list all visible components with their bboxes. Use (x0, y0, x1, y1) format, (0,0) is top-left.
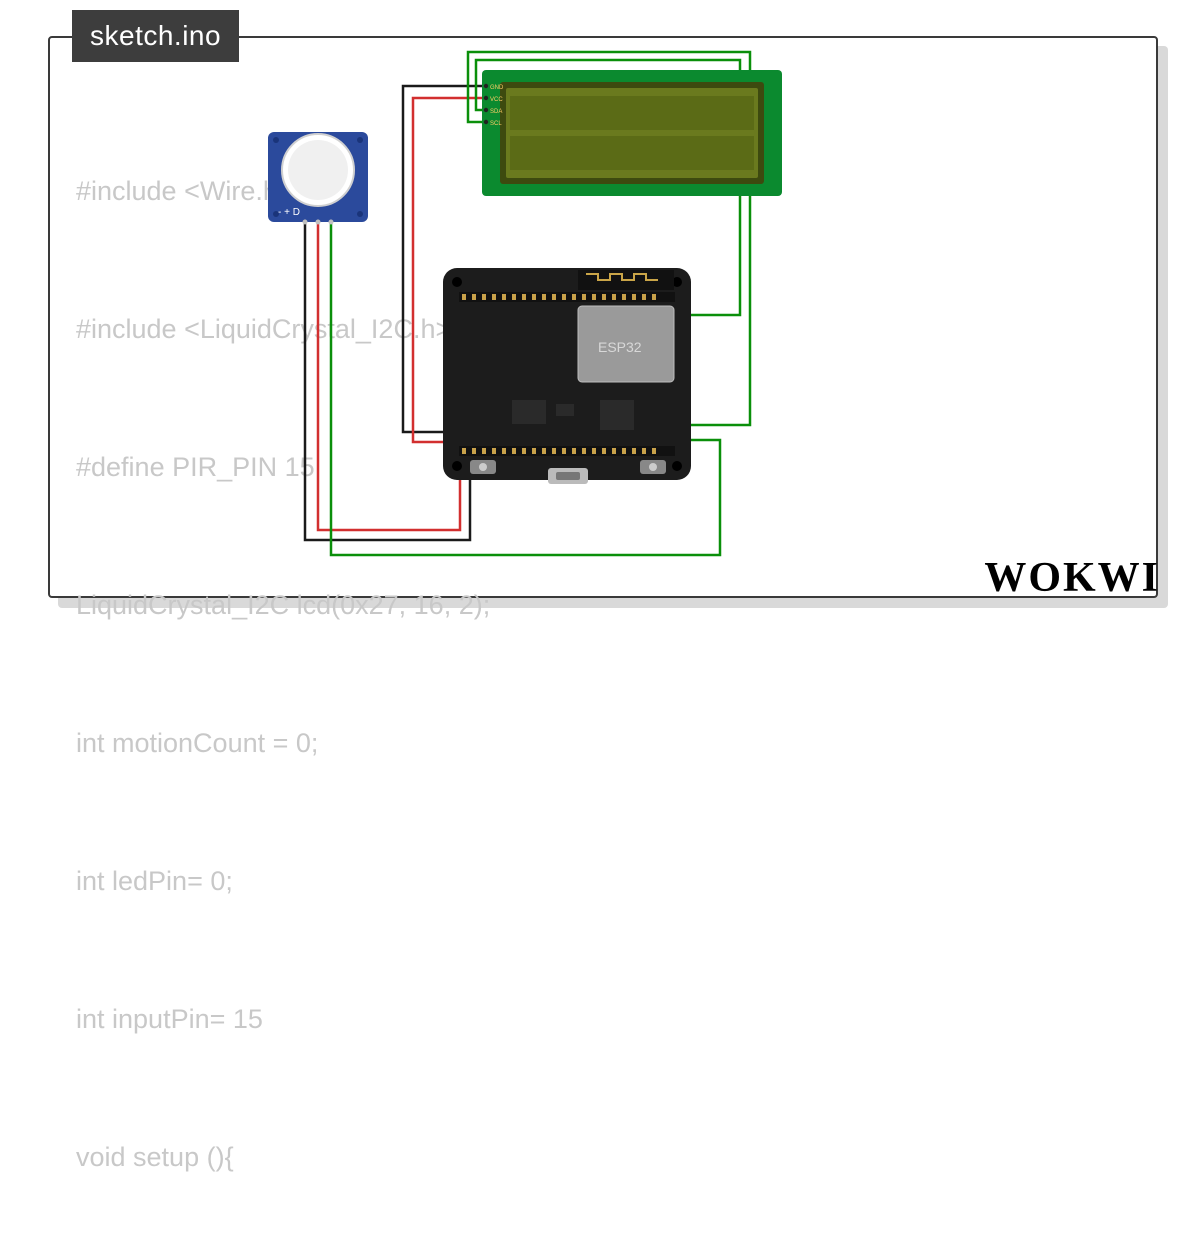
file-tab-label: sketch.ino (90, 20, 221, 51)
logo-text: WOKWI (984, 555, 1160, 601)
file-tab[interactable]: sketch.ino (72, 10, 239, 62)
code-line: #include <LiquidCrystal_I2C.h> (76, 306, 490, 352)
code-line: int inputPin= 15 (76, 996, 490, 1042)
code-line: LiquidCrystal_I2C lcd(0x27, 16, 2); (76, 582, 490, 628)
code-line: #include <Wire.h> (76, 168, 490, 214)
wokwi-logo: WOKWI (984, 554, 1160, 602)
code-line: int ledPin= 0; (76, 858, 490, 904)
code-line: int motionCount = 0; (76, 720, 490, 766)
code-editor[interactable]: #include <Wire.h> #include <LiquidCrysta… (76, 76, 490, 1260)
code-line: void setup (){ (76, 1134, 490, 1180)
code-line: #define PIR_PIN 15 (76, 444, 490, 490)
